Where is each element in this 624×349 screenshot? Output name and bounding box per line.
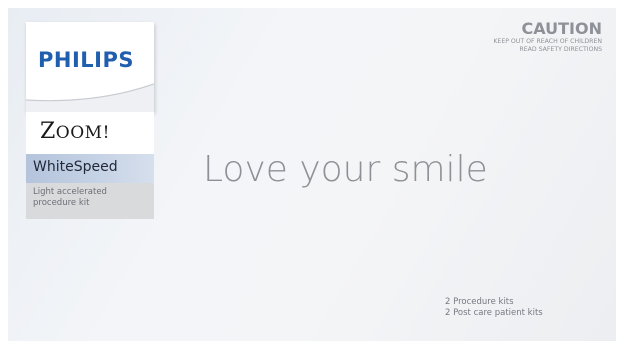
brand-block: PHILIPS ZOOM! WhiteSpeed Light accelerat… — [26, 22, 154, 219]
package-panel: PHILIPS ZOOM! WhiteSpeed Light accelerat… — [8, 8, 616, 341]
philips-logo-panel: PHILIPS — [26, 22, 154, 112]
caution-title: CAUTION — [521, 19, 602, 38]
caution-line: KEEP OUT OF REACH OF CHILDREN — [493, 38, 602, 45]
description-band: Light accelerated procedure kit — [26, 183, 154, 219]
contents-item: 2 Post care patient kits — [445, 308, 543, 318]
contents-item: 2 Procedure kits — [445, 297, 514, 307]
variant-label: WhiteSpeed — [33, 159, 118, 175]
headline: Love your smile — [203, 149, 488, 190]
zoom-logo: ZOOM! — [40, 119, 110, 144]
contents-list: 2 Procedure kits 2 Post care patient kit… — [445, 297, 543, 319]
kit-description: Light accelerated procedure kit — [33, 187, 107, 208]
caution-line: READ SAFETY DIRECTIONS — [519, 45, 602, 53]
caution-block: CAUTION KEEP OUT OF REACH OF CHILDREN RE… — [493, 20, 602, 53]
zoom-logo-panel: ZOOM! — [26, 112, 154, 154]
philips-logo: PHILIPS — [38, 48, 134, 72]
variant-band: WhiteSpeed — [26, 154, 154, 183]
